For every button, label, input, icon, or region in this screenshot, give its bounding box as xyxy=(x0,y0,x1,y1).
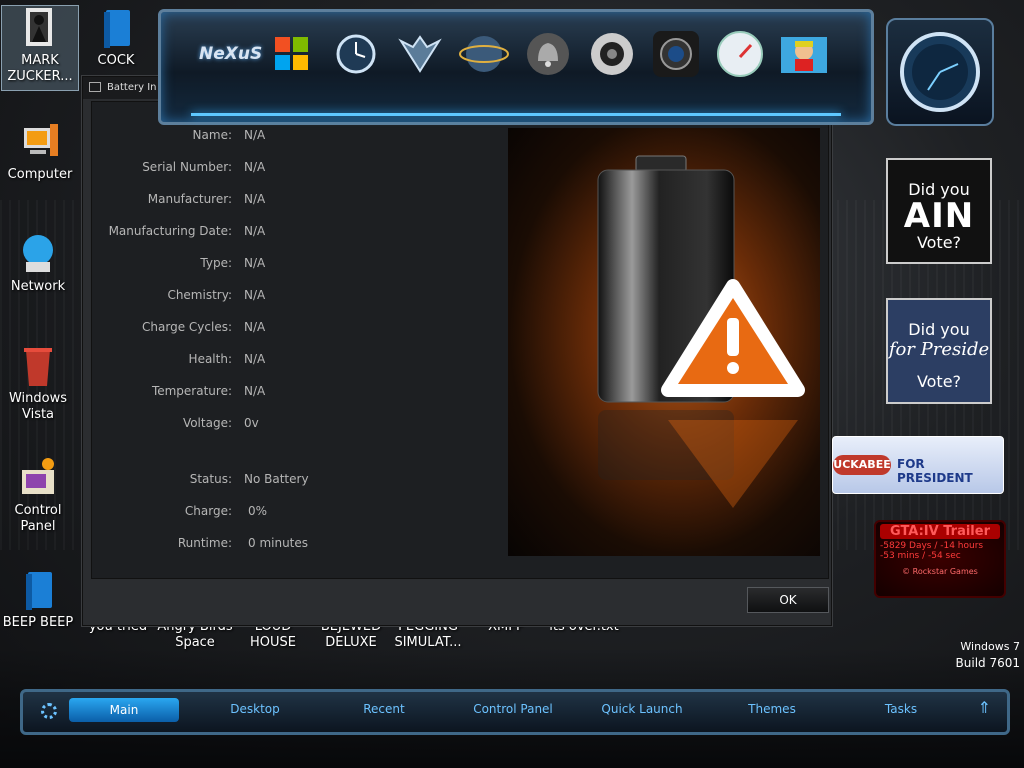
clock-face-icon xyxy=(900,32,980,112)
book-figure-icon xyxy=(20,6,60,50)
vote-line-2: for Preside xyxy=(888,339,990,360)
field-value: 0v xyxy=(244,416,259,430)
battery-info-dialog: Battery In Name: N/A Serial Number: N/A … xyxy=(82,76,832,626)
vote-widget-1[interactable]: Did you AIN Vote? xyxy=(886,158,992,264)
speedometer-icon[interactable] xyxy=(713,27,767,81)
tab-recent[interactable]: Recent xyxy=(329,702,439,716)
camera-icon[interactable] xyxy=(649,27,703,81)
tab-quick-launch[interactable]: Quick Launch xyxy=(587,702,697,716)
field-label: Temperature: xyxy=(151,384,232,398)
network-globe-icon xyxy=(18,232,58,276)
status-value: No Battery xyxy=(244,472,309,486)
charge-value: 0% xyxy=(248,504,268,518)
field-label: Type: xyxy=(200,256,232,270)
field-label: Voltage: xyxy=(182,416,232,430)
vote-line-3: Vote? xyxy=(916,372,962,391)
field-label: Charge Cycles: xyxy=(142,320,232,334)
field-value: N/A xyxy=(244,288,266,302)
charge-label: Charge: xyxy=(184,504,232,518)
gta-line-2: -53 mins / -54 sec xyxy=(880,551,961,561)
desktop-icon-network[interactable]: Network xyxy=(0,232,76,295)
dock-glow-bar xyxy=(191,113,841,116)
clock-widget[interactable] xyxy=(886,18,994,126)
windows-version: Windows 7 xyxy=(960,640,1020,653)
empty-battery-warning-icon xyxy=(597,155,805,508)
nexus-logo[interactable]: NeXuS xyxy=(199,27,262,81)
desktop-icon-computer[interactable]: Computer xyxy=(2,120,78,183)
recycle-bin-icon xyxy=(18,344,58,388)
field-label: Chemistry: xyxy=(167,288,232,302)
tab-desktop[interactable]: Desktop xyxy=(200,702,310,716)
dialog-title: Battery In xyxy=(107,82,157,93)
desktop-icon-label: BEEP BEEP xyxy=(2,615,74,630)
vote-widget-2[interactable]: Did you for Preside Vote? xyxy=(886,298,992,404)
huckabee-name: UCKABEE xyxy=(833,455,891,475)
vote-line-1: Did you xyxy=(908,320,970,339)
windows-logo-icon[interactable] xyxy=(265,27,319,81)
field-label: Manufacturing Date: xyxy=(108,224,232,238)
desktop-icon-label: Windows Vista xyxy=(8,391,68,422)
build-watermark: Windows 7 Build 7601 xyxy=(930,640,1020,670)
field-label: Name: xyxy=(192,128,232,142)
ok-button[interactable]: OK xyxy=(747,587,829,613)
desktop-icon-label: Computer xyxy=(7,167,73,182)
tab-tasks[interactable]: Tasks xyxy=(846,702,956,716)
tab-main[interactable]: Main xyxy=(69,698,179,722)
blue-book-icon xyxy=(18,568,58,612)
desktop-icon-mark-zucker[interactable]: MARK ZUCKER... xyxy=(1,5,79,91)
field-value: N/A xyxy=(244,352,266,366)
field-value: N/A xyxy=(244,320,266,334)
arrow-up-icon[interactable]: ⇑ xyxy=(978,698,991,717)
control-panel-icon xyxy=(18,456,58,500)
taskbar: Main Desktop Recent Control Panel Quick … xyxy=(20,689,1010,735)
cartoon-character-icon[interactable] xyxy=(777,27,831,81)
gear-icon[interactable] xyxy=(41,703,57,719)
emblem-icon[interactable] xyxy=(393,27,447,81)
runtime-label: Runtime: xyxy=(177,536,232,550)
top-dock: NeXuS xyxy=(158,9,874,125)
field-value: N/A xyxy=(244,384,266,398)
battery-info-panel: Name: N/A Serial Number: N/A Manufacture… xyxy=(91,101,829,579)
gta-countdown-widget[interactable]: GTA:IV Trailer -5829 Days / -14 hours -5… xyxy=(874,520,1006,598)
battery-warning-image xyxy=(508,128,820,556)
desktop-icon-cock[interactable]: COCK xyxy=(78,6,154,69)
field-label: Manufacturer: xyxy=(147,192,232,206)
clock-icon[interactable] xyxy=(329,27,383,81)
huckabee-slogan: FOR PRESIDENT xyxy=(897,457,973,485)
desktop-icon-label: Network xyxy=(10,279,66,294)
desktop-icon-label: Control Panel xyxy=(14,503,62,534)
field-value: N/A xyxy=(244,128,266,142)
field-value: N/A xyxy=(244,256,266,270)
build-number: Build 7601 xyxy=(955,656,1020,670)
desktop-icon-label: MARK ZUCKER... xyxy=(7,53,73,84)
gta-line-1: -5829 Days / -14 hours xyxy=(880,541,984,551)
huckabee-widget[interactable]: UCKABEE FOR PRESIDENT xyxy=(832,436,1004,494)
gta-footer: © Rockstar Games xyxy=(902,567,978,576)
field-value: N/A xyxy=(244,192,266,206)
blue-book-icon xyxy=(96,6,136,50)
speaker-icon[interactable] xyxy=(585,27,639,81)
desktop-icon-windows-vista[interactable]: Windows Vista xyxy=(0,344,76,423)
desktop-icon-beep-beep[interactable]: BEEP BEEP xyxy=(0,568,76,631)
status-label: Status: xyxy=(189,472,232,486)
runtime-value: 0 minutes xyxy=(248,536,309,550)
desktop-icon-control-panel[interactable]: Control Panel xyxy=(0,456,76,535)
field-label: Serial Number: xyxy=(142,160,232,174)
field-value: N/A xyxy=(244,160,266,174)
desktop-icon-label: COCK xyxy=(97,53,135,68)
bell-icon[interactable] xyxy=(521,27,575,81)
globe-icon[interactable] xyxy=(457,27,511,81)
tab-control-panel[interactable]: Control Panel xyxy=(458,702,568,716)
battery-app-icon xyxy=(89,82,101,92)
gta-title: GTA:IV Trailer xyxy=(880,524,1000,539)
vote-line-2: AIN xyxy=(903,196,975,236)
tab-themes[interactable]: Themes xyxy=(717,702,827,716)
field-value: N/A xyxy=(244,224,266,238)
field-label: Health: xyxy=(188,352,232,366)
computer-icon xyxy=(20,120,60,164)
